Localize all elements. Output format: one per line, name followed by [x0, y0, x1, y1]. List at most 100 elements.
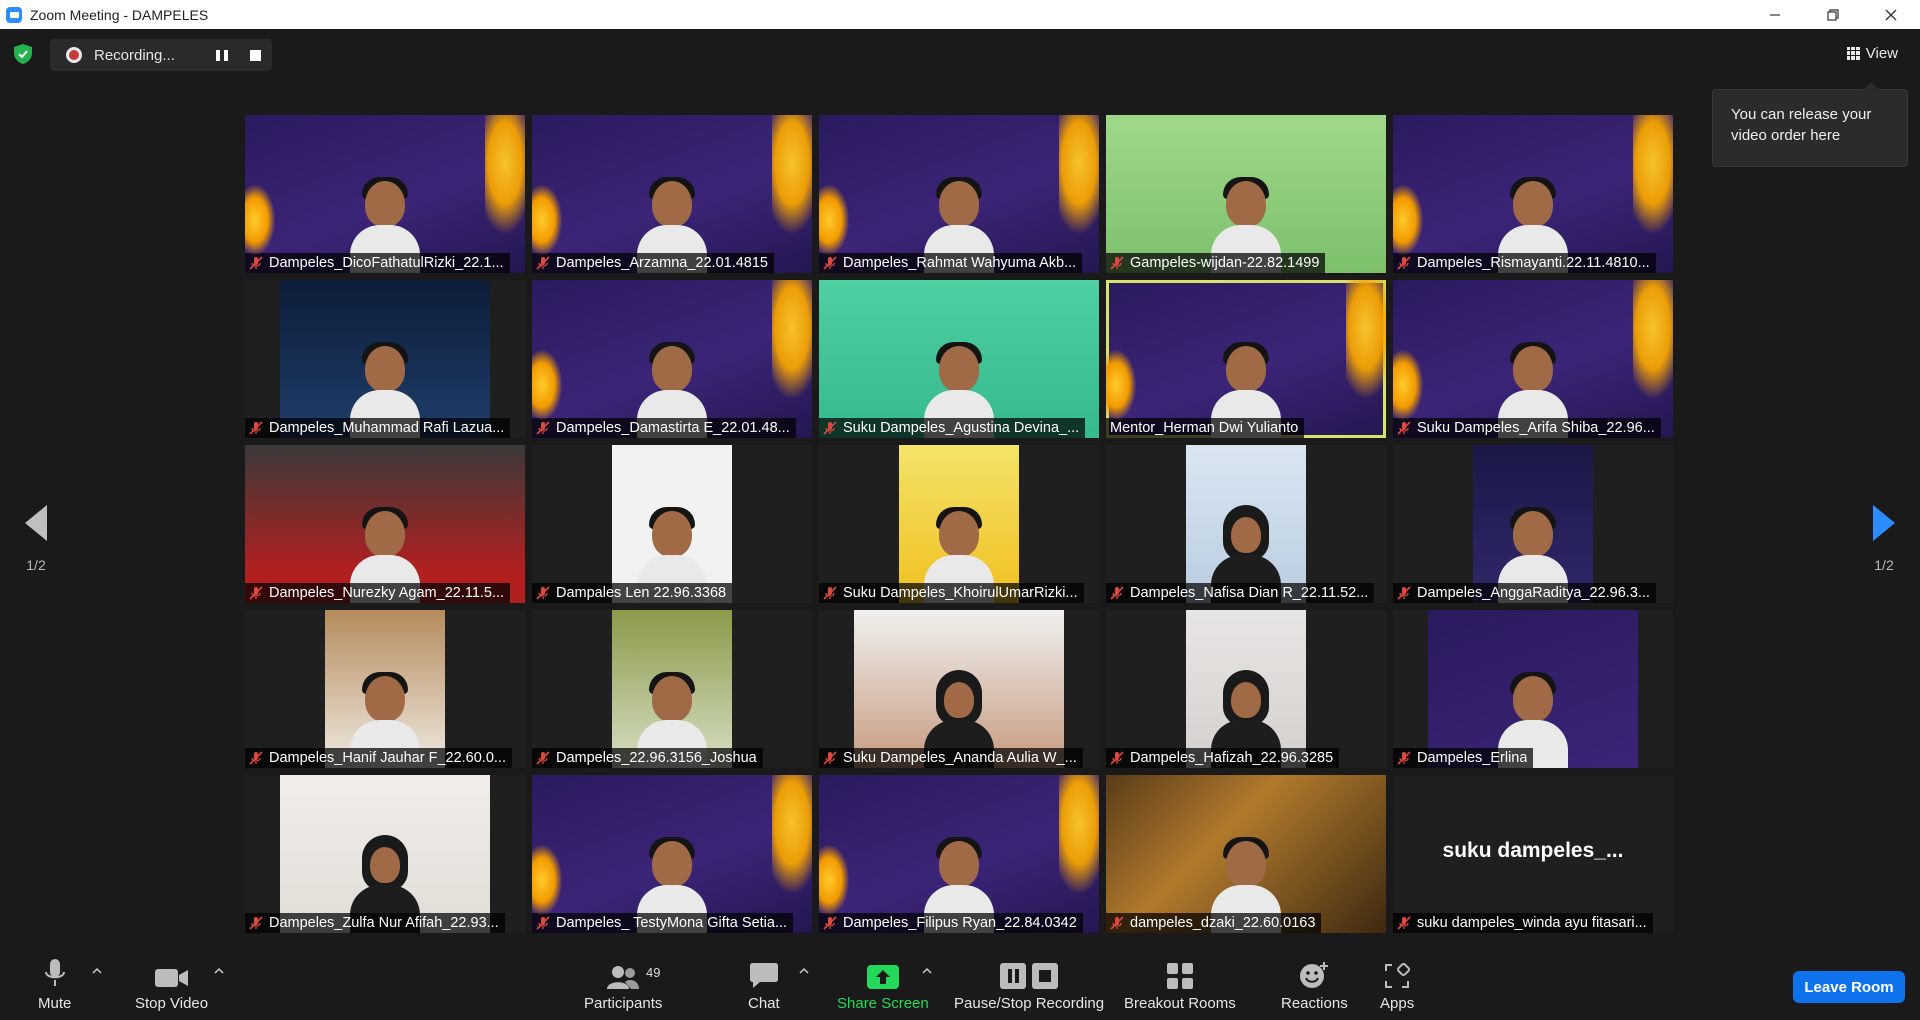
- restore-button[interactable]: [1804, 0, 1862, 29]
- video-tile[interactable]: Suku Dampeles_Arifa Shiba_22.96...: [1393, 280, 1673, 438]
- muted-mic-icon: [1110, 751, 1124, 765]
- leave-room-button[interactable]: Leave Room: [1793, 971, 1905, 1003]
- video-tile-active-speaker[interactable]: Mentor_Herman Dwi Yulianto: [1106, 280, 1386, 438]
- video-tile[interactable]: Gampeles-wijdan-22.82.1499: [1106, 115, 1386, 273]
- video-tile[interactable]: Dampeles_AnggaRaditya_22.96.3...: [1393, 445, 1673, 603]
- video-tile[interactable]: Dampales Len 22.96.3368: [532, 445, 812, 603]
- participant-name: Suku Dampeles_Ananda Aulia W_...: [843, 750, 1077, 766]
- participant-name-bar: Dampeles_Damastirta E_22.01.48...: [532, 418, 796, 438]
- video-tile[interactable]: Dampeles_Nafisa Dian R_22.11.52...: [1106, 445, 1386, 603]
- pause-recording-button[interactable]: [216, 50, 228, 61]
- stop-recording-button[interactable]: [250, 50, 261, 61]
- video-tile[interactable]: Dampeles_Arzamna_22.01.4815: [532, 115, 812, 273]
- video-tile[interactable]: Dampeles_Filipus Ryan_22.84.0342: [819, 775, 1099, 933]
- participant-name-bar: Suku Dampeles_Arifa Shiba_22.96...: [1393, 418, 1661, 438]
- mute-label: Mute: [38, 995, 72, 1012]
- participant-name-bar: Dampeles_Zulfa Nur Afifah_22.93...: [245, 913, 505, 933]
- next-page-button[interactable]: 1/2: [1864, 505, 1904, 573]
- window-controls: [1746, 0, 1920, 29]
- muted-mic-icon: [1397, 916, 1411, 930]
- muted-mic-icon: [1397, 421, 1411, 435]
- video-tile[interactable]: Dampeles_Rahmat Wahyuma Akb...: [819, 115, 1099, 273]
- stop-video-button[interactable]: Stop Video: [135, 959, 208, 1012]
- participant-name-bar: dampeles_dzaki_22.60.0163: [1106, 913, 1322, 933]
- participants-count: 49: [646, 965, 661, 980]
- chat-options-caret-icon[interactable]: [799, 967, 809, 975]
- recording-indicator: Recording...: [50, 39, 272, 71]
- video-tile[interactable]: Dampeles_Hanif Jauhar F_22.60.0...: [245, 610, 525, 768]
- video-tile[interactable]: Dampeles_Nurezky Agam_22.11.5...: [245, 445, 525, 603]
- video-tile[interactable]: Dampeles_Rismayanti.22.11.4810...: [1393, 115, 1673, 273]
- participant-name: Dampeles_Rismayanti.22.11.4810...: [1417, 255, 1650, 271]
- chat-label: Chat: [748, 995, 780, 1012]
- participant-name-placeholder: suku dampeles_...: [1442, 839, 1624, 862]
- video-tile[interactable]: Suku Dampeles_KhoirulUmarRizki...: [819, 445, 1099, 603]
- reactions-smiley-icon: [1300, 962, 1329, 988]
- video-tile[interactable]: Dampeles_DicoFathatulRizki_22.1...: [245, 115, 525, 273]
- zoom-app-icon: [6, 6, 22, 23]
- video-gallery-grid: Dampeles_DicoFathatulRizki_22.1... Dampel…: [245, 115, 1675, 933]
- audio-options-caret-icon[interactable]: [92, 967, 102, 975]
- muted-mic-icon: [536, 586, 550, 600]
- video-tile[interactable]: Dampeles_Zulfa Nur Afifah_22.93...: [245, 775, 525, 933]
- reactions-label: Reactions: [1281, 995, 1348, 1012]
- window-title: Zoom Meeting - DAMPELES: [30, 6, 209, 23]
- video-tile[interactable]: Dampeles_Muhammad Rafi Lazua...: [245, 280, 525, 438]
- participant-name: Dampeles_Filipus Ryan_22.84.0342: [843, 915, 1077, 931]
- video-tile[interactable]: Dampeles_Damastirta E_22.01.48...: [532, 280, 812, 438]
- participant-name-bar: Dampeles_Erlina: [1393, 748, 1534, 768]
- video-order-tooltip: You can release your video order here: [1712, 82, 1908, 167]
- participant-name-bar: Mentor_Herman Dwi Yulianto: [1106, 418, 1305, 438]
- video-tile[interactable]: Dampeles_22.96.3156_Joshua: [532, 610, 812, 768]
- apps-button[interactable]: Apps: [1380, 959, 1414, 1012]
- participant-name-bar: Dampeles_Hanif Jauhar F_22.60.0...: [245, 748, 512, 768]
- mute-button[interactable]: Mute: [38, 959, 71, 1012]
- recording-label: Recording...: [94, 46, 175, 64]
- pause-stop-recording-button[interactable]: Pause/Stop Recording: [954, 959, 1104, 1012]
- minimize-button[interactable]: [1746, 0, 1804, 29]
- recording-dot-icon: [66, 47, 82, 63]
- participant-name: Suku Dampeles_Arifa Shiba_22.96...: [1417, 420, 1655, 436]
- meeting-controls-toolbar: Mute Stop Video Participants 49 Chat Sha…: [0, 947, 1920, 1020]
- meeting-top-bar: Recording... View: [0, 29, 1920, 79]
- share-screen-icon: [866, 965, 899, 989]
- left-arrow-icon: [25, 505, 47, 541]
- chat-button[interactable]: Chat: [748, 959, 780, 1012]
- security-shield-icon[interactable]: [14, 44, 32, 64]
- video-tile[interactable]: Suku Dampeles_Agustina Devina_...: [819, 280, 1099, 438]
- share-options-caret-icon[interactable]: [922, 967, 932, 975]
- apps-label: Apps: [1380, 995, 1415, 1012]
- apps-icon: [1385, 963, 1411, 988]
- video-tile[interactable]: Dampeles_Erlina: [1393, 610, 1673, 768]
- close-button[interactable]: [1862, 0, 1920, 29]
- muted-mic-icon: [823, 256, 837, 270]
- video-tile[interactable]: Dampeles_Hafizah_22.96.3285: [1106, 610, 1386, 768]
- video-tile[interactable]: dampeles_dzaki_22.60.0163: [1106, 775, 1386, 933]
- participants-label: Participants: [584, 995, 663, 1012]
- reactions-button[interactable]: Reactions: [1281, 959, 1348, 1012]
- video-tile[interactable]: Suku Dampeles_Ananda Aulia W_...: [819, 610, 1099, 768]
- participant-name: Dampeles_22.96.3156_Joshua: [556, 750, 757, 766]
- view-button[interactable]: View: [1841, 39, 1904, 67]
- participants-icon: [607, 966, 640, 989]
- muted-mic-icon: [1110, 916, 1124, 930]
- participant-name: Dampeles_Nurezky Agam_22.11.5...: [269, 585, 505, 601]
- participant-name-bar: Dampeles_Filipus Ryan_22.84.0342: [819, 913, 1083, 933]
- chat-bubble-icon: [749, 963, 778, 988]
- muted-mic-icon: [823, 916, 837, 930]
- participant-name-bar: Suku Dampeles_KhoirulUmarRizki...: [819, 583, 1084, 603]
- participant-name: Dampeles_Hafizah_22.96.3285: [1130, 750, 1334, 766]
- share-screen-button[interactable]: Share Screen: [837, 959, 929, 1012]
- video-camera-icon: [154, 969, 188, 987]
- breakout-rooms-button[interactable]: Breakout Rooms: [1124, 959, 1236, 1012]
- muted-mic-icon: [1110, 586, 1124, 600]
- participant-name-bar: Suku Dampeles_Ananda Aulia W_...: [819, 748, 1083, 768]
- video-tile[interactable]: suku dampeles_... suku dampeles_winda ayu…: [1393, 775, 1673, 933]
- video-options-caret-icon[interactable]: [214, 967, 224, 975]
- participant-name: Dampeles_Hanif Jauhar F_22.60.0...: [269, 750, 506, 766]
- breakout-rooms-icon: [1166, 963, 1193, 989]
- previous-page-button[interactable]: 1/2: [16, 505, 56, 573]
- video-tile[interactable]: Dampeles_ TestyMona Gifta Setia...: [532, 775, 812, 933]
- muted-mic-icon: [249, 421, 263, 435]
- participant-name: Dampeles_Muhammad Rafi Lazua...: [269, 420, 505, 436]
